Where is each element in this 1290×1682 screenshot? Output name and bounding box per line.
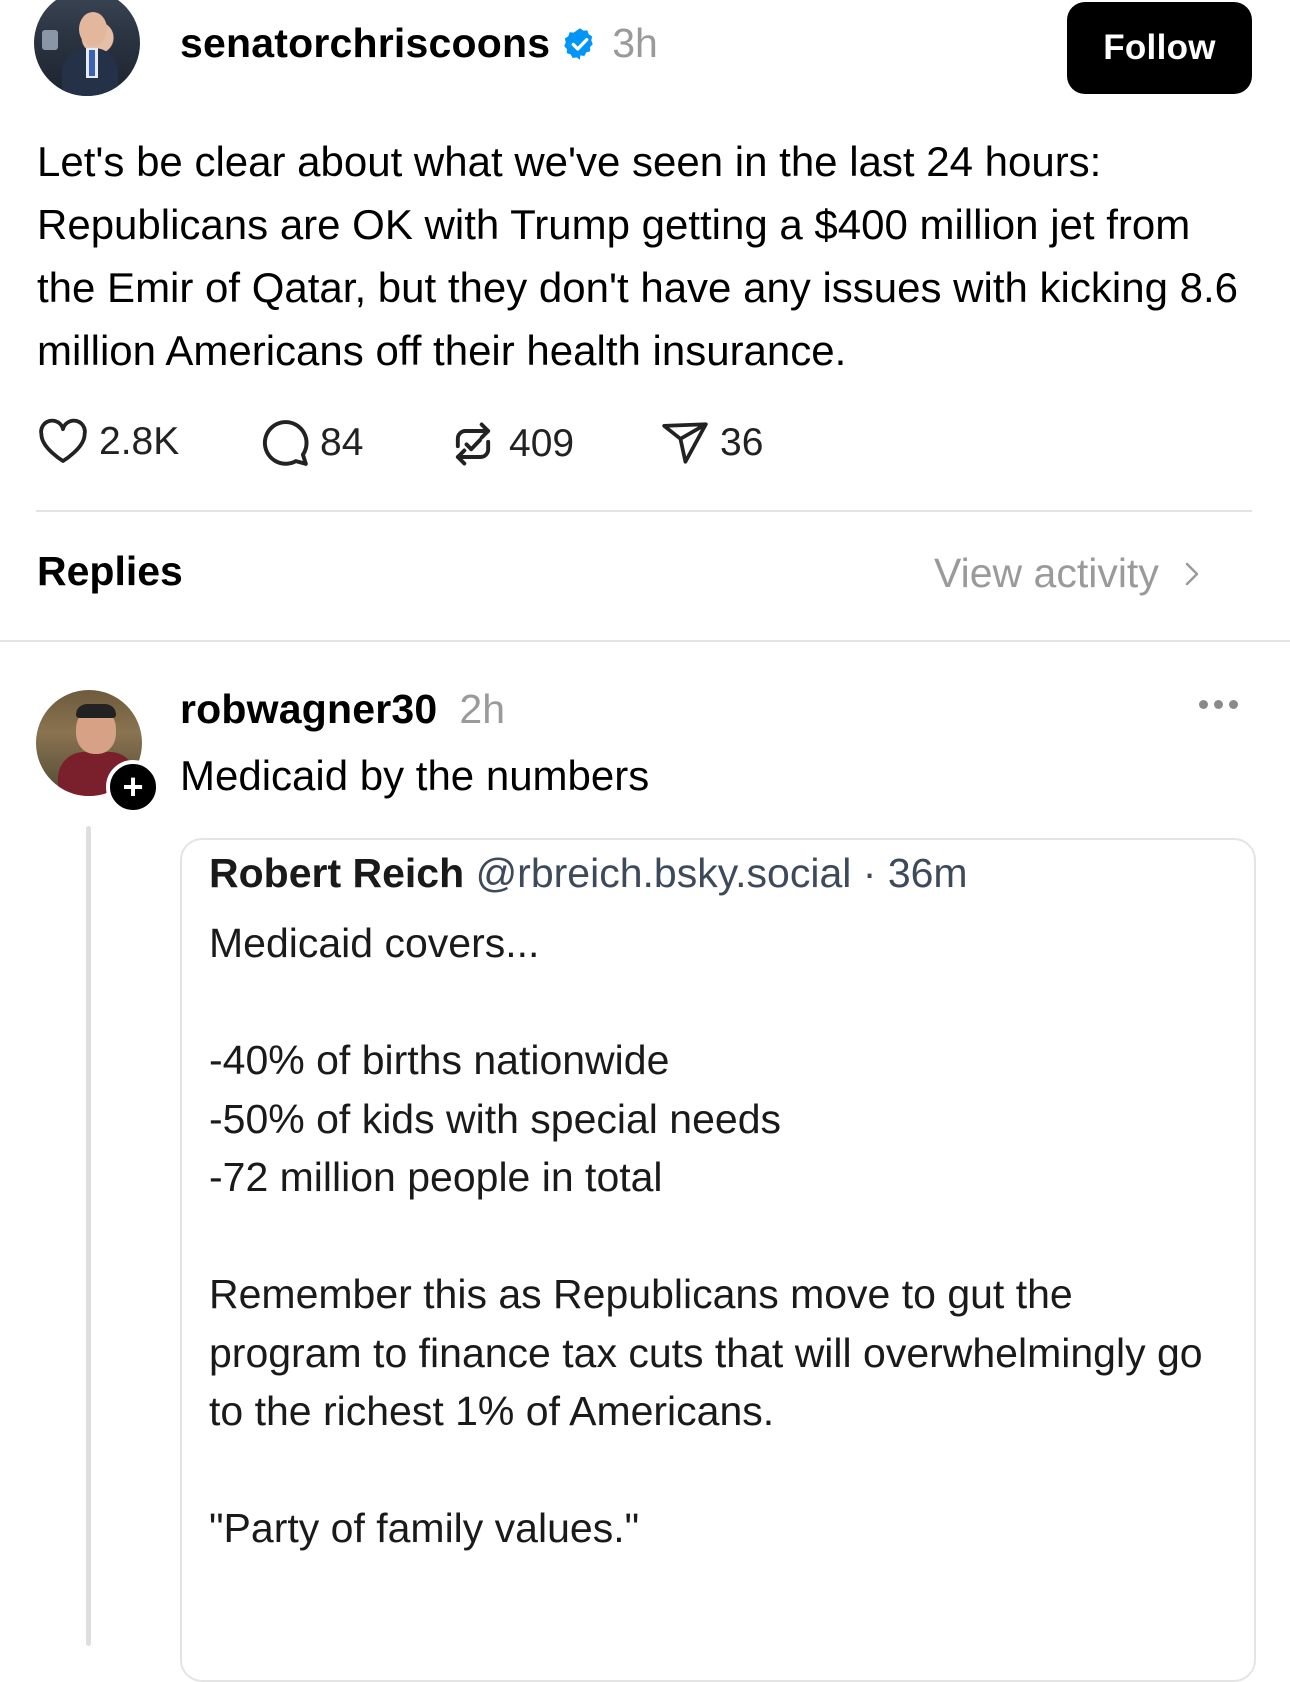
- replies-label: Replies: [37, 548, 183, 594]
- comment-button[interactable]: 84: [260, 418, 363, 468]
- view-activity-label: View activity: [934, 550, 1159, 596]
- more-dots-icon[interactable]: [1199, 700, 1238, 709]
- like-button[interactable]: 2.8K: [37, 418, 179, 466]
- share-button[interactable]: 36: [660, 418, 763, 468]
- reply-text: Medicaid by the numbers: [180, 752, 650, 799]
- author-username[interactable]: senatorchriscoons: [180, 20, 550, 67]
- quoted-separator: ·: [851, 850, 888, 896]
- quoted-author-handle: @rbreich.bsky.social: [475, 850, 852, 896]
- quoted-author-name: Robert Reich: [209, 850, 465, 896]
- quoted-time: 36m: [887, 850, 968, 896]
- reply-time: 2h: [459, 686, 505, 732]
- divider: [36, 510, 1252, 512]
- share-count: 36: [720, 421, 764, 464]
- heart-icon: [39, 418, 87, 463]
- reply-username[interactable]: robwagner30: [180, 686, 437, 733]
- view-activity-link[interactable]: View activity: [934, 550, 1207, 597]
- send-icon: [662, 422, 708, 464]
- post-text: Let's be clear about what we've seen in …: [37, 138, 1238, 374]
- comment-bubble-icon: [262, 420, 309, 466]
- quoted-post-header: Robert Reich @rbreich.bsky.social · 36m: [209, 850, 968, 897]
- follow-plus-icon[interactable]: +: [106, 760, 160, 814]
- chevron-right-icon: [1185, 562, 1199, 585]
- author-avatar[interactable]: [34, 0, 140, 96]
- like-count: 2.8K: [99, 420, 180, 463]
- post-header: senatorchriscoons 3h: [180, 20, 658, 67]
- repost-count: 409: [509, 422, 575, 465]
- follow-button[interactable]: Follow: [1067, 2, 1252, 94]
- quoted-post-text: Medicaid covers... -40% of births nation…: [209, 920, 1203, 1551]
- comment-count: 84: [320, 421, 364, 464]
- section-divider: [0, 640, 1290, 642]
- repost-button[interactable]: 409: [447, 418, 574, 470]
- verified-badge-icon: [562, 26, 598, 62]
- post-time: 3h: [612, 20, 658, 66]
- thread-line: [86, 826, 91, 1646]
- reply-header: robwagner30 2h: [180, 686, 505, 733]
- repost-icon: [455, 422, 491, 466]
